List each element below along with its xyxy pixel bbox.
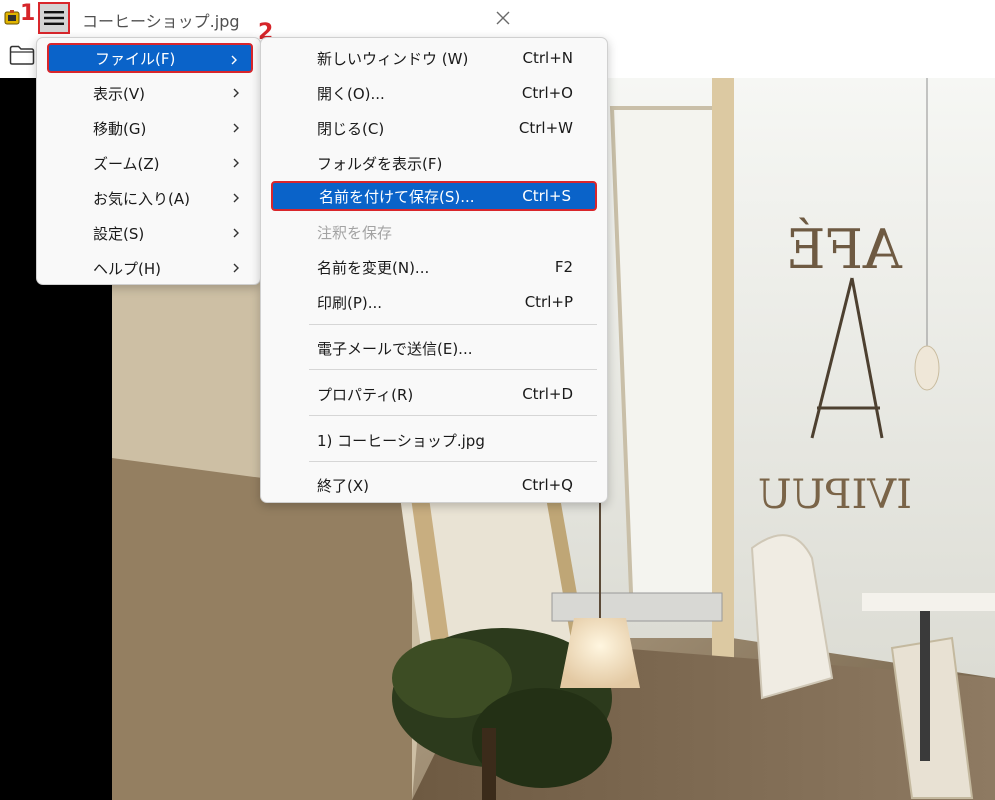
menu-item-label: 設定(S) [93,224,145,243]
menu-item-help[interactable]: ヘルプ(H) [47,253,253,283]
menu-item-go[interactable]: 移動(G) [47,113,253,143]
step-label-1: 1 [20,1,36,26]
menu-item-favorites[interactable]: お気に入り(A) [47,183,253,213]
hamburger-icon [44,11,64,25]
menu-item-shortcut: Ctrl+O [521,84,573,102]
menu-item-settings[interactable]: 設定(S) [47,218,253,248]
menu-item-shortcut: Ctrl+S [522,187,571,205]
close-icon[interactable] [494,9,512,27]
menu-item-view[interactable]: 表示(V) [47,78,253,108]
menu-item-label: 1) コーヒーショップ.jpg [317,431,485,450]
chevron-right-icon [233,158,239,168]
chevron-right-icon [233,88,239,98]
window-sign-bottom: IVIPUU [758,472,912,518]
chevron-right-icon [233,193,239,203]
menu-item-show-folder[interactable]: フォルダを表示(F) [271,148,597,178]
menu-item-recent-file[interactable]: 1) コーヒーショップ.jpg [271,425,597,455]
menu-item-label: 電子メールで送信(E)... [317,339,473,358]
menu-item-label: 印刷(P)... [317,293,383,312]
menu-item-label: 表示(V) [93,84,145,103]
menu-item-file[interactable]: ファイル(F) [47,43,253,73]
menu-separator [309,461,597,462]
window-sign-top: AFÉ [786,217,903,281]
menu-item-close[interactable]: 閉じる(C) Ctrl+W [271,113,597,143]
menu-item-label: 名前を付けて保存(S)... [319,187,475,206]
menu-item-label: 名前を変更(N)... [317,258,430,277]
menu-item-label: 閉じる(C) [317,119,385,138]
chevron-right-icon [233,123,239,133]
menu-item-exit[interactable]: 終了(X) Ctrl+Q [271,470,597,500]
menu-item-shortcut: Ctrl+Q [521,476,573,494]
window-title: コーヒーショップ.jpg [82,12,240,31]
menu-item-label: プロパティ(R) [317,385,414,404]
menu-item-label: 終了(X) [317,476,369,495]
chevron-right-icon [233,263,239,273]
menu-button[interactable] [38,2,70,34]
menu-item-new-window[interactable]: 新しいウィンドウ (W) Ctrl+N [271,43,597,73]
menu-item-send-email[interactable]: 電子メールで送信(E)... [271,333,597,363]
app-icon [4,10,20,25]
title-bar: コーヒーショップ.jpg [0,0,995,36]
menu-item-label: ファイル(F) [95,49,176,68]
file-submenu: 新しいウィンドウ (W) Ctrl+N 開く(O)... Ctrl+O 閉じる(… [260,37,608,503]
menu-item-label: 注釈を保存 [317,223,393,242]
menu-item-label: お気に入り(A) [93,189,190,208]
menu-separator [309,324,597,325]
menu-item-rename[interactable]: 名前を変更(N)... F2 [271,252,597,282]
chevron-right-icon [231,55,237,65]
menu-item-label: フォルダを表示(F) [317,154,443,173]
menu-separator [309,415,597,416]
menu-item-zoom[interactable]: ズーム(Z) [47,148,253,178]
menu-item-label: 開く(O)... [317,84,385,103]
menu-item-shortcut: Ctrl+D [522,385,573,403]
menu-item-label: 新しいウィンドウ (W) [317,49,469,68]
menu-item-shortcut: F2 [554,258,573,276]
main-menu: ファイル(F) 表示(V) 移動(G) ズーム(Z) お気に入り(A) 設定(S… [36,37,261,285]
chevron-right-icon [233,228,239,238]
menu-item-save-annotations: 注釈を保存 [271,217,597,247]
menu-item-open[interactable]: 開く(O)... Ctrl+O [271,78,597,108]
menu-item-save-as[interactable]: 名前を付けて保存(S)... Ctrl+S [271,181,597,211]
folder-icon[interactable] [9,44,35,66]
menu-item-shortcut: Ctrl+P [524,293,573,311]
menu-item-shortcut: Ctrl+W [518,119,573,137]
menu-separator [309,369,597,370]
menu-item-print[interactable]: 印刷(P)... Ctrl+P [271,287,597,317]
menu-item-properties[interactable]: プロパティ(R) Ctrl+D [271,379,597,409]
menu-item-shortcut: Ctrl+N [522,49,573,67]
menu-item-label: 移動(G) [93,119,147,138]
menu-item-label: ヘルプ(H) [93,259,161,278]
menu-item-label: ズーム(Z) [93,154,160,173]
